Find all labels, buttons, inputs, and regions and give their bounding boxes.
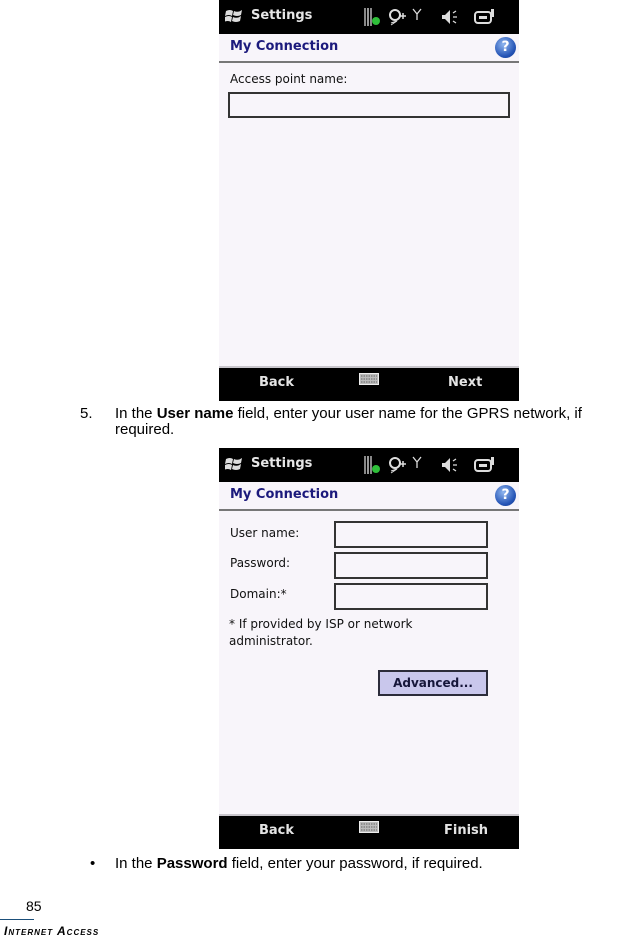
bullet-icon: • xyxy=(90,855,96,872)
next-softkey[interactable]: Next xyxy=(448,375,482,390)
page-number: 85 xyxy=(26,898,42,914)
step-text: In the User name field, enter your user … xyxy=(115,406,632,438)
user-name-field[interactable] xyxy=(334,521,488,548)
user-name-input[interactable] xyxy=(336,523,486,546)
domain-field[interactable] xyxy=(334,583,488,610)
screenshot-credentials: Settings My Connection ? User name: Pass… xyxy=(219,448,519,849)
bullet-text-post: field, enter your password, if required. xyxy=(227,855,483,872)
windows-logo-icon[interactable] xyxy=(225,8,243,24)
help-icon[interactable]: ? xyxy=(495,37,516,58)
sim-status-icon[interactable] xyxy=(364,8,380,26)
sim-status-icon[interactable] xyxy=(364,456,380,474)
user-name-label: User name: xyxy=(230,526,300,540)
bullet-text-bold: Password xyxy=(156,855,228,872)
softkey-bar: Back Finish xyxy=(219,814,519,849)
battery-icon[interactable] xyxy=(473,8,495,26)
page-title: My Connection xyxy=(230,487,339,502)
windows-logo-icon[interactable] xyxy=(225,456,243,472)
domain-input[interactable] xyxy=(336,585,486,608)
help-icon[interactable]: ? xyxy=(495,485,516,506)
speaker-icon[interactable] xyxy=(441,456,459,474)
access-point-name-label: Access point name: xyxy=(230,72,348,86)
signal-antenna-icon[interactable] xyxy=(412,456,422,474)
keyboard-icon[interactable] xyxy=(359,821,379,833)
screenshot-access-point: Settings My Connection ? Access point na… xyxy=(219,0,519,401)
battery-icon[interactable] xyxy=(473,456,495,474)
softkey-bar: Back Next xyxy=(219,366,519,401)
status-bar: Settings xyxy=(219,0,519,34)
keyboard-icon[interactable] xyxy=(359,373,379,385)
back-softkey[interactable]: Back xyxy=(259,823,294,838)
page-title: My Connection xyxy=(230,39,339,54)
finish-softkey[interactable]: Finish xyxy=(444,823,488,838)
password-input[interactable] xyxy=(336,554,486,577)
domain-label: Domain:* xyxy=(230,587,287,601)
advanced-button[interactable]: Advanced... xyxy=(378,670,488,696)
location-sync-icon[interactable] xyxy=(387,456,409,474)
access-point-name-input[interactable] xyxy=(230,94,508,116)
password-label: Password: xyxy=(230,556,291,570)
speaker-icon[interactable] xyxy=(441,8,459,26)
password-field[interactable] xyxy=(334,552,488,579)
step-text-bold: User name xyxy=(156,405,234,422)
step-text-pre: In the xyxy=(115,405,157,422)
location-sync-icon[interactable] xyxy=(387,8,409,26)
bullet-text: In the Password field, enter your passwo… xyxy=(115,855,483,872)
footnote-line-1: * If provided by ISP or network xyxy=(229,617,413,631)
app-title[interactable]: Settings xyxy=(251,8,312,23)
step-number: 5. xyxy=(80,405,93,422)
section-title: Internet Access xyxy=(4,924,100,938)
back-softkey[interactable]: Back xyxy=(259,375,294,390)
signal-antenna-icon[interactable] xyxy=(412,8,422,26)
status-bar: Settings xyxy=(219,448,519,482)
bullet-text-pre: In the xyxy=(115,855,157,872)
page-header: My Connection ? xyxy=(219,482,519,511)
page-header: My Connection ? xyxy=(219,34,519,63)
footer-divider xyxy=(0,919,34,920)
footnote-line-2: administrator. xyxy=(229,634,313,648)
app-title[interactable]: Settings xyxy=(251,456,312,471)
access-point-name-field[interactable] xyxy=(228,92,510,118)
